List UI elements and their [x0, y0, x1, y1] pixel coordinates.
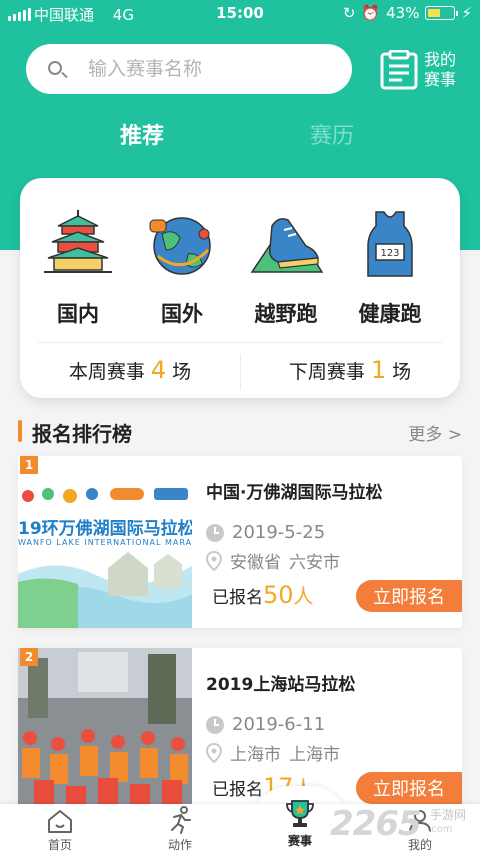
search-icon: [48, 44, 88, 94]
next-week-count: 1: [370, 356, 387, 384]
runner-icon: [171, 806, 191, 834]
race-city: 上海市: [289, 745, 340, 765]
rank-badge: 2: [20, 648, 38, 666]
clock-icon: [206, 715, 224, 734]
divider: [38, 342, 442, 343]
top-tabs: 推荐 赛历: [0, 118, 480, 158]
next-week-label: 下周赛事: [288, 361, 365, 383]
race-province: 安徽省: [230, 553, 281, 573]
alarm-icon: ⏰: [361, 4, 381, 22]
signed-count: 50: [263, 581, 294, 609]
watermark-text: 手游网: [430, 808, 467, 822]
tab-label: 动作: [167, 838, 192, 852]
tab-home[interactable]: 首页: [20, 804, 100, 854]
home-icon: [48, 810, 72, 833]
search-input[interactable]: [88, 58, 328, 80]
location-pin-icon: [206, 550, 222, 571]
this-week-count: 4: [150, 356, 167, 384]
category-domestic[interactable]: 国内: [28, 206, 128, 328]
category-label: 健康跑: [358, 302, 422, 326]
signed-label: 已报名: [212, 780, 263, 800]
svg-text:123: 123: [380, 248, 399, 259]
race-crowd-photo: 2: [18, 648, 192, 820]
clock-icon: [206, 523, 224, 542]
clipboard-icon: [380, 50, 418, 90]
tab-actions[interactable]: 动作: [140, 804, 220, 854]
search-box[interactable]: [26, 44, 352, 94]
category-card: 国内 国外 越野跑 123 健康跑 本周赛事 4 场 下周赛事 1 场: [20, 178, 460, 398]
race-card[interactable]: 19环万佛湖国际马拉松 WANFO LAKE INTERNATIONAL MAR…: [18, 456, 462, 628]
trail-shoe-icon: [250, 218, 324, 273]
my-events-label: 我的赛事: [424, 50, 457, 89]
category-health[interactable]: 123 健康跑: [340, 206, 440, 328]
banner-headline: 19环万佛湖国际马拉松: [18, 519, 192, 539]
more-link[interactable]: 更多 >: [408, 420, 462, 445]
tab-events[interactable]: 赛事: [260, 800, 340, 854]
race-card[interactable]: 2 2019上海站马拉松 2019-6-11 上海市 上海市 已报名17人 立即…: [18, 648, 462, 820]
battery-percent: 43%: [386, 4, 420, 22]
category-label: 国内: [57, 302, 99, 326]
rank-badge: 1: [20, 456, 38, 474]
trophy-icon: [286, 800, 314, 827]
next-week-unit: 场: [392, 361, 412, 383]
race-province: 上海市: [230, 745, 281, 765]
race-date: 2019-6-11: [232, 714, 326, 735]
race-name: 2019上海站马拉松: [206, 675, 356, 695]
signed-label: 已报名: [212, 588, 263, 608]
race-banner-image: 19环万佛湖国际马拉松 WANFO LAKE INTERNATIONAL MAR…: [18, 456, 192, 628]
category-trail[interactable]: 越野跑: [236, 206, 336, 328]
tab-recommend[interactable]: 推荐: [120, 118, 164, 150]
section-title: 报名排行榜: [32, 422, 132, 446]
temple-icon: [44, 210, 112, 273]
this-week-label: 本周赛事: [68, 361, 145, 383]
running-vest-icon: 123: [367, 211, 413, 277]
category-label: 越野跑: [254, 302, 318, 326]
ranking-header: 报名排行榜 更多 >: [18, 418, 462, 446]
next-week-stat[interactable]: 下周赛事 1 场: [240, 356, 460, 384]
tab-label: 赛事: [287, 834, 312, 848]
race-name: 中国·万佛湖国际马拉松: [206, 483, 383, 503]
category-overseas[interactable]: 国外: [132, 206, 232, 328]
tab-calendar[interactable]: 赛历: [310, 118, 354, 150]
signup-button[interactable]: 立即报名: [356, 580, 462, 612]
race-city: 六安市: [289, 553, 340, 573]
rotation-lock-icon: ↻: [342, 4, 356, 22]
race-date: 2019-5-25: [232, 522, 326, 543]
status-bar: 中国联通 4G 15:00 ↻ ⏰ 43% ⚡: [0, 0, 480, 26]
watermark-url: .com: [428, 824, 453, 835]
this-week-stat[interactable]: 本周赛事 4 场: [20, 356, 240, 384]
section-marker: [18, 420, 22, 442]
tab-label: 首页: [47, 838, 72, 852]
this-week-unit: 场: [172, 361, 192, 383]
location-pin-icon: [206, 742, 222, 763]
battery-icon: [425, 6, 459, 20]
charging-icon: ⚡: [461, 4, 472, 22]
my-events-button[interactable]: 我的赛事: [380, 48, 470, 92]
category-label: 国外: [161, 302, 203, 326]
site-watermark: 2265 手游网 .com: [330, 800, 480, 854]
watermark-number: 2265: [330, 804, 422, 844]
globe-icon: [149, 217, 211, 275]
signed-unit: 人: [293, 584, 314, 608]
banner-subline: WANFO LAKE INTERNATIONAL MARA: [18, 538, 192, 547]
